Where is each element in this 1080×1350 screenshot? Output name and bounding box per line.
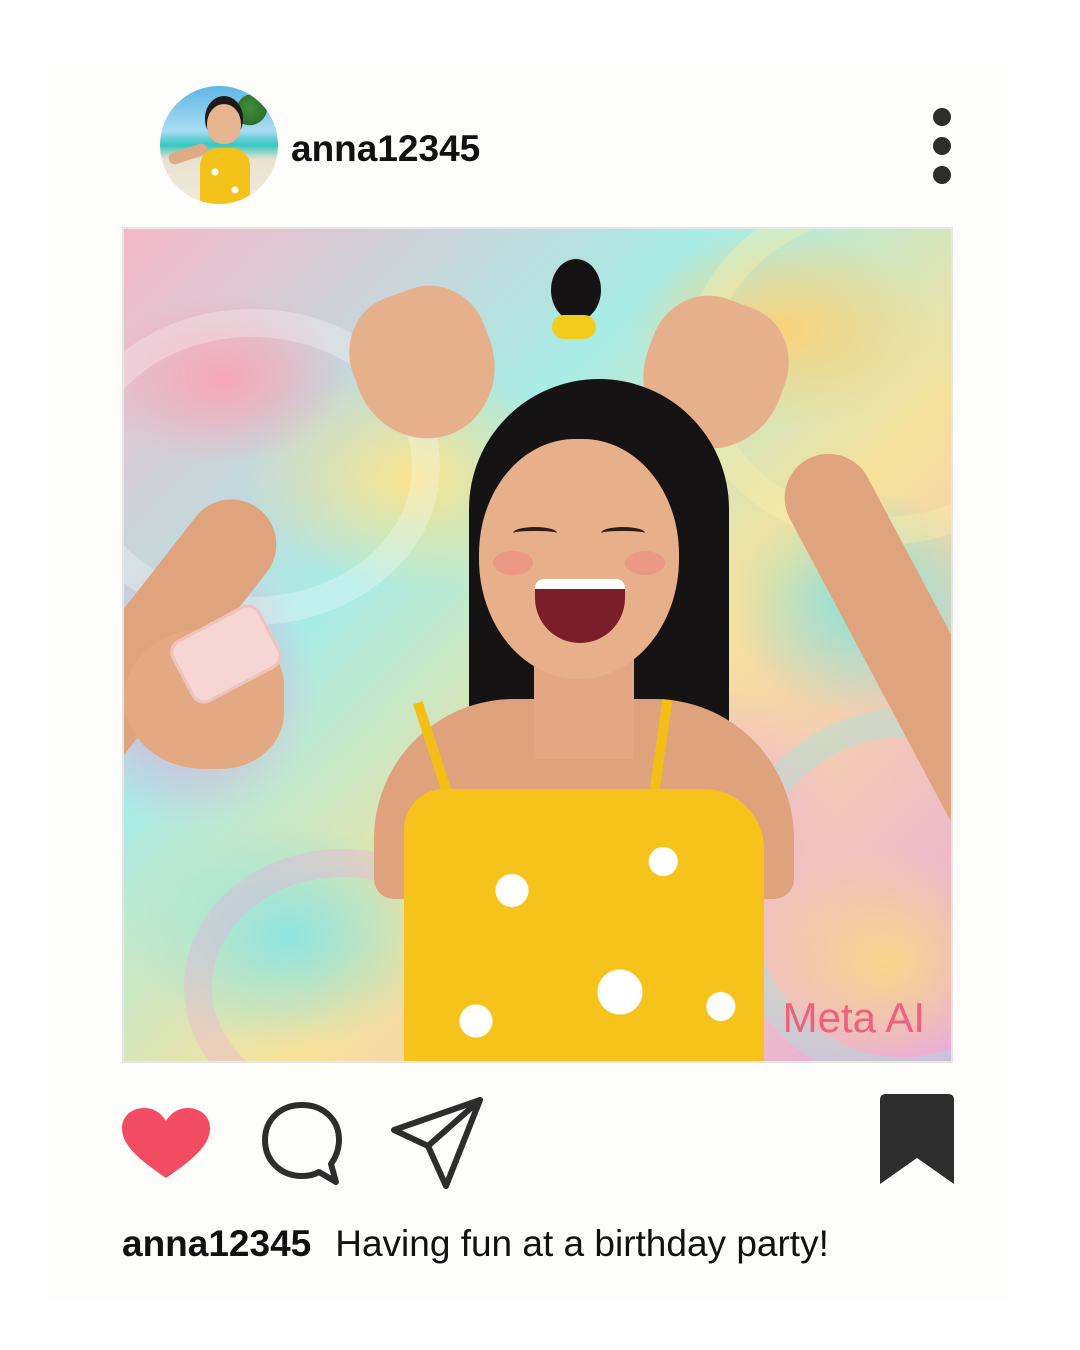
subject-eye-left <box>513 527 557 539</box>
subject-face <box>479 439 679 679</box>
more-dot <box>933 166 951 184</box>
subject-cheek-right <box>625 551 665 575</box>
caption-username[interactable]: anna12345 <box>122 1223 311 1264</box>
subject-dress <box>404 789 764 1061</box>
avatar-dress <box>200 148 250 204</box>
subject-hair-bun <box>551 259 601 321</box>
avatar-head <box>207 104 241 144</box>
meta-ai-watermark: Meta AI <box>782 994 925 1041</box>
post-caption: anna12345 Having fun at a birthday party! <box>122 1220 829 1268</box>
send-icon[interactable] <box>388 1096 486 1192</box>
subject-cheek-left <box>493 551 533 575</box>
avatar-palm-tree <box>236 94 270 128</box>
post-username[interactable]: anna12345 <box>291 126 480 172</box>
avatar[interactable] <box>160 86 278 204</box>
subject-scrunchie <box>552 315 596 339</box>
caption-text: Having fun at a birthday party! <box>335 1223 829 1264</box>
subject-mouth <box>535 579 625 643</box>
post-screen: anna12345 Meta AI anna12345 Having fun a… <box>0 0 1080 1350</box>
more-options-icon[interactable] <box>926 104 958 188</box>
comment-icon[interactable] <box>260 1100 344 1188</box>
bookmark-icon[interactable] <box>880 1094 954 1186</box>
heart-icon[interactable] <box>120 1108 212 1180</box>
post-image[interactable]: Meta AI <box>122 227 953 1063</box>
more-dot <box>933 108 951 126</box>
more-dot <box>933 137 951 155</box>
subject-eye-right <box>601 527 645 539</box>
